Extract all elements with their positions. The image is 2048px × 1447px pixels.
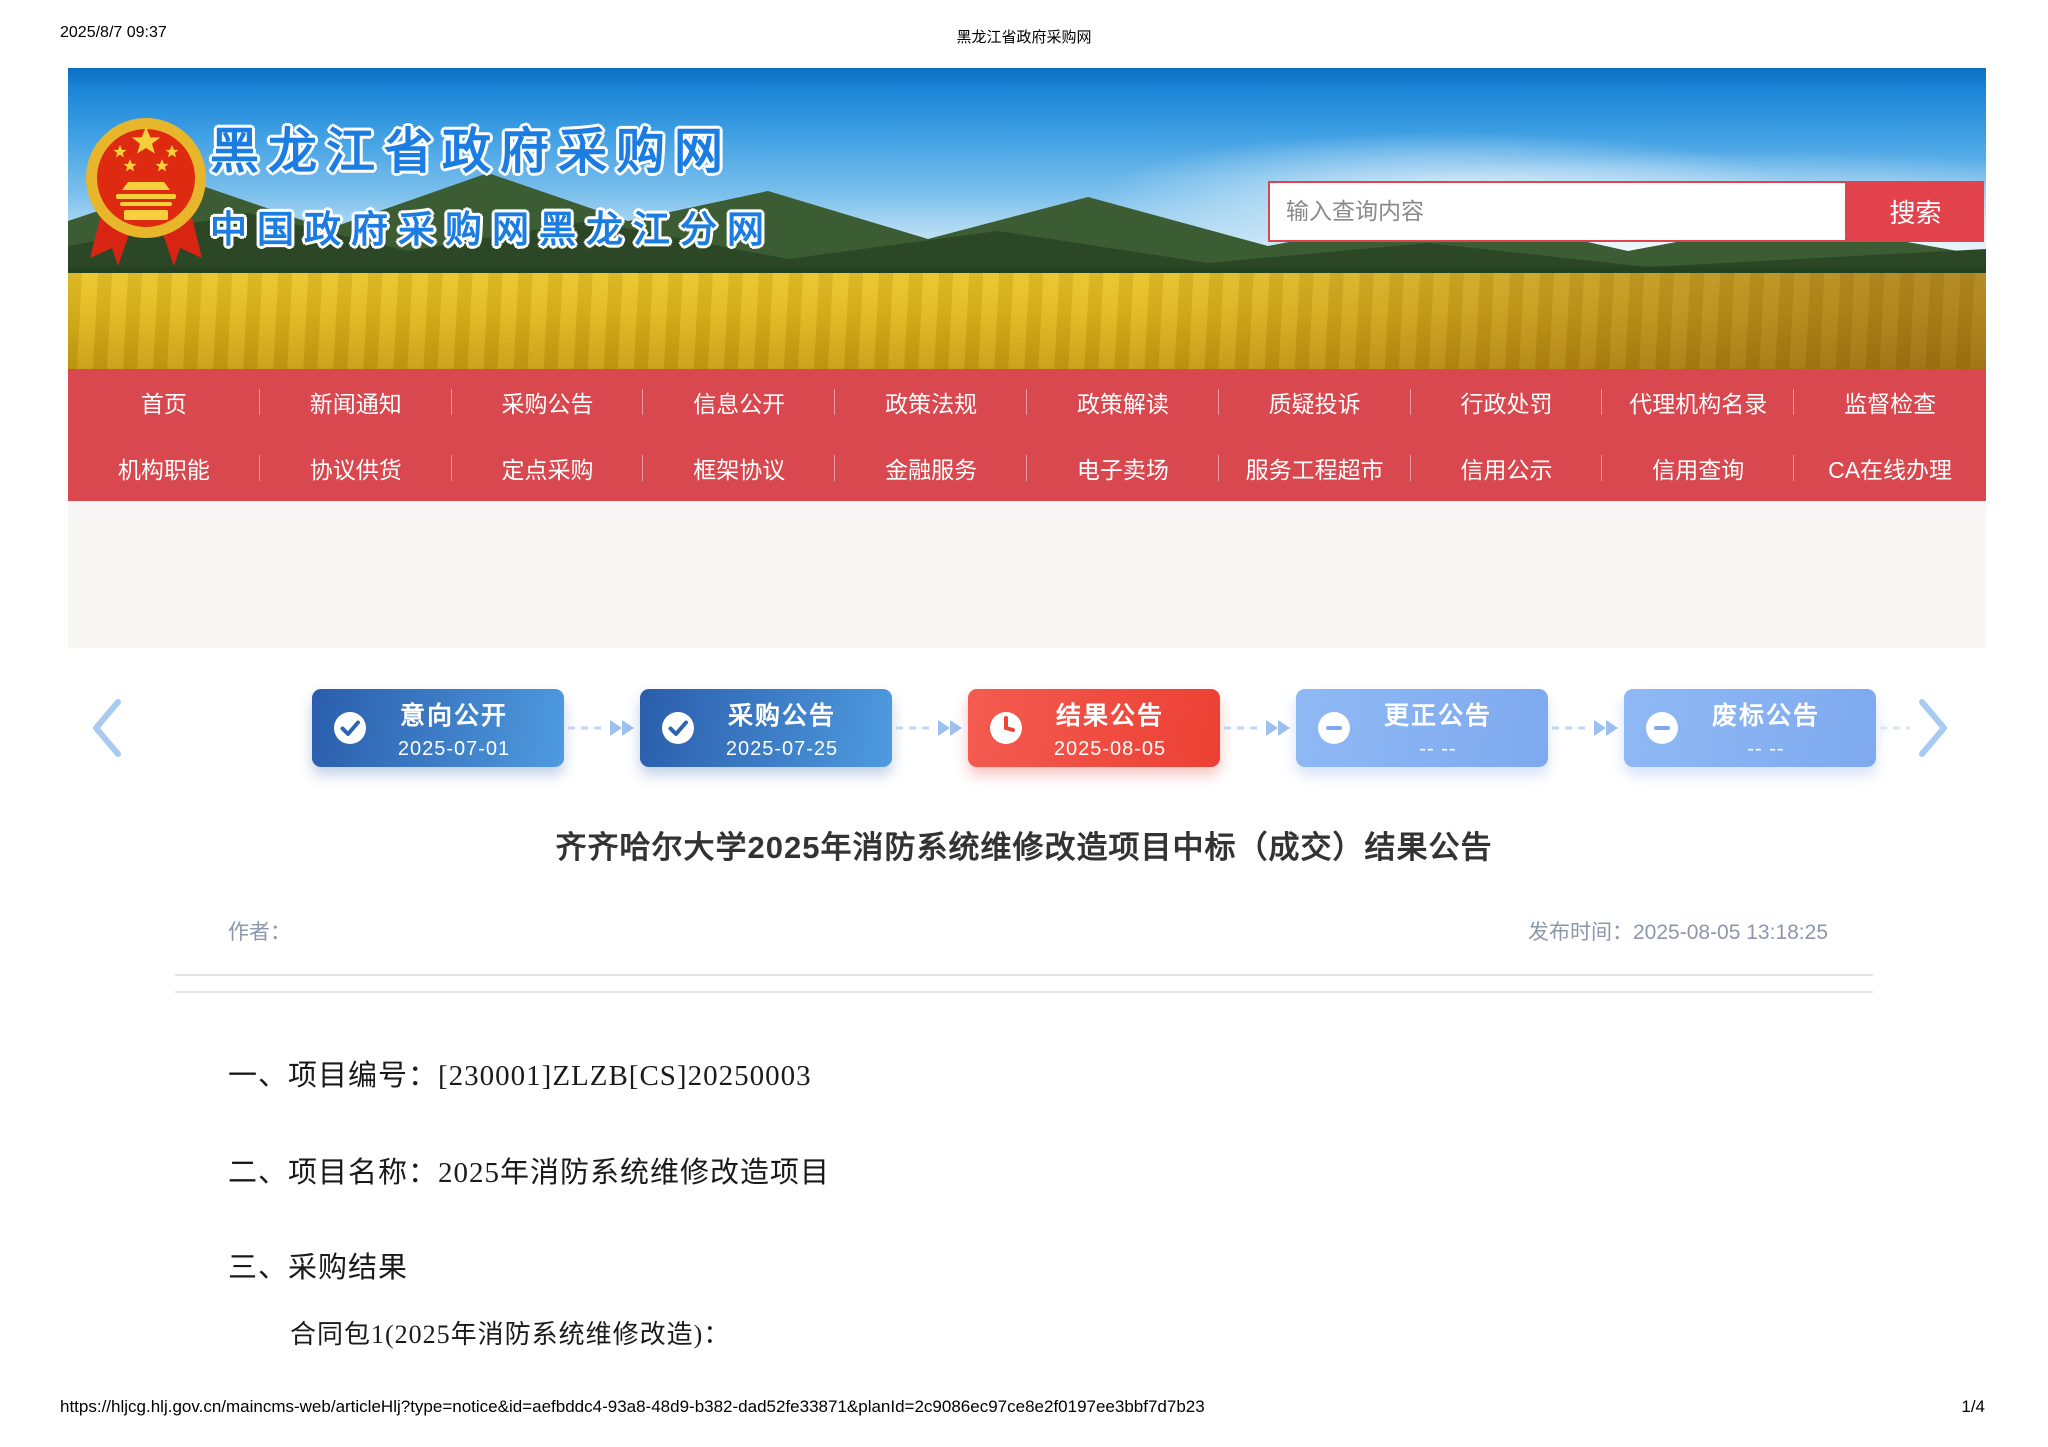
site-banner: 黑龙江省政府采购网 中国政府采购网黑龙江分网 搜索	[68, 68, 1986, 369]
step-label: 意向公开	[399, 701, 508, 730]
chevron-left-icon[interactable]	[90, 697, 124, 759]
search-input[interactable]	[1268, 181, 1847, 242]
clock-icon	[990, 712, 1022, 744]
timeline-step-procurement-notice[interactable]: 采购公告 2025-07-25	[640, 689, 892, 767]
step-date: 2025-07-01	[397, 737, 511, 760]
field-graphic	[68, 273, 1986, 369]
timeline-step-result-notice[interactable]: 结果公告 2025-08-05	[968, 689, 1220, 767]
timeline-step-correction-notice[interactable]: 更正公告 -- --	[1296, 689, 1548, 767]
site-title: 黑龙江省政府采购网	[210, 125, 733, 179]
search-bar: 搜索	[1268, 181, 1984, 242]
site-subtitle: 中国政府采购网黑龙江分网	[210, 209, 774, 250]
nav-item-home[interactable]: 首页	[68, 369, 260, 435]
print-page-title: 黑龙江省政府采购网	[956, 29, 1092, 46]
nav-item-policies[interactable]: 政策法规	[835, 369, 1027, 435]
nav-item-news[interactable]: 新闻通知	[260, 369, 452, 435]
step-date: 2025-07-25	[725, 737, 839, 760]
article-title: 齐齐哈尔大学2025年消防系统维修改造项目中标（成交）结果公告	[555, 830, 1493, 865]
timeline-arrow	[1220, 716, 1296, 740]
footer-url: https://hljcg.hlj.gov.cn/maincms-web/art…	[60, 1397, 1205, 1416]
nav-item-procurement-notices[interactable]: 采购公告	[452, 369, 644, 435]
nav-item-ca-online[interactable]: CA在线办理	[1794, 435, 1986, 501]
nav-item-credit-query[interactable]: 信用查询	[1602, 435, 1794, 501]
publish-value: 2025-08-05 13:18:25	[1633, 921, 1828, 944]
nav-item-framework[interactable]: 框架协议	[643, 435, 835, 501]
national-emblem-logo	[86, 118, 206, 266]
paragraph-contract-package: 合同包1(2025年消防系统维修改造)：	[290, 1320, 731, 1349]
publish-time: 发布时间：2025-08-05 13:18:25	[1528, 916, 1828, 946]
meta-divider-top	[175, 974, 1873, 976]
nav-item-admin-penalties[interactable]: 行政处罚	[1411, 369, 1603, 435]
footer-page-number: 1/4	[1961, 1397, 1985, 1416]
step-label: 采购公告	[727, 701, 836, 730]
nav-item-credit-publicity[interactable]: 信用公示	[1411, 435, 1603, 501]
publish-label: 发布时间：	[1528, 921, 1633, 944]
nav-item-policy-interpretation[interactable]: 政策解读	[1027, 369, 1219, 435]
nav-row-1: 首页 新闻通知 采购公告 信息公开 政策法规 政策解读 质疑投诉 行政处罚 代理…	[68, 369, 1986, 435]
step-label: 更正公告	[1383, 701, 1492, 730]
check-circle-icon	[334, 712, 366, 744]
step-label: 结果公告	[1055, 701, 1164, 730]
step-date: 2025-08-05	[1053, 737, 1167, 760]
procurement-timeline: 意向公开 2025-07-01 采购公告 2025-07-25 结果公告 202…	[90, 688, 1950, 768]
nav-item-agreement-supply[interactable]: 协议供货	[260, 435, 452, 501]
nav-item-finance[interactable]: 金融服务	[835, 435, 1027, 501]
article-body: 一、项目编号：[230001]ZLZB[CS]20250003 二、项目名称：2…	[228, 1052, 1868, 1351]
minus-circle-icon	[1646, 712, 1678, 744]
timeline-step-intention[interactable]: 意向公开 2025-07-01	[312, 689, 564, 767]
chevron-right-icon[interactable]	[1916, 697, 1950, 759]
paragraph-project-name: 二、项目名称：2025年消防系统维修改造项目	[228, 1157, 831, 1189]
nav-item-e-mall[interactable]: 电子卖场	[1027, 435, 1219, 501]
nav-item-fixed-point[interactable]: 定点采购	[452, 435, 644, 501]
minus-circle-icon	[1318, 712, 1350, 744]
nav-item-agency-directory[interactable]: 代理机构名录	[1602, 369, 1794, 435]
author-label: 作者：	[228, 921, 291, 944]
check-circle-icon	[662, 712, 694, 744]
paragraph-procurement-result: 三、采购结果	[228, 1252, 409, 1284]
nav-item-supervision[interactable]: 监督检查	[1794, 369, 1986, 435]
search-button[interactable]: 搜索	[1847, 181, 1984, 242]
nav-item-service-mart[interactable]: 服务工程超市	[1219, 435, 1411, 501]
paragraph-project-number: 一、项目编号：[230001]ZLZB[CS]20250003	[228, 1060, 812, 1092]
nav-item-info-disclosure[interactable]: 信息公开	[643, 369, 835, 435]
timeline-arrow	[1548, 716, 1624, 740]
nav-row-2: 机构职能 协议供货 定点采购 框架协议 金融服务 电子卖场 服务工程超市 信用公…	[68, 435, 1986, 501]
main-nav: 首页 新闻通知 采购公告 信息公开 政策法规 政策解读 质疑投诉 行政处罚 代理…	[68, 369, 1986, 501]
meta-divider-bottom	[175, 991, 1873, 993]
timeline-arrow	[564, 716, 640, 740]
timeline-arrow	[892, 716, 968, 740]
step-date: -- --	[1419, 737, 1457, 760]
banner-titles: 黑龙江省政府采购网 中国政府采购网黑龙江分网	[210, 112, 774, 253]
nav-item-complaints[interactable]: 质疑投诉	[1219, 369, 1411, 435]
step-date: -- --	[1747, 737, 1785, 760]
timeline-step-bid-cancellation-notice[interactable]: 废标公告 -- --	[1624, 689, 1876, 767]
nav-item-functions[interactable]: 机构职能	[68, 435, 260, 501]
print-header: 2025/8/7 09:37 黑龙江省政府采购网	[60, 24, 1988, 48]
timeline-arrow-partial	[1876, 716, 1916, 740]
sub-nav-panel	[68, 501, 1986, 648]
step-label: 废标公告	[1711, 701, 1820, 730]
